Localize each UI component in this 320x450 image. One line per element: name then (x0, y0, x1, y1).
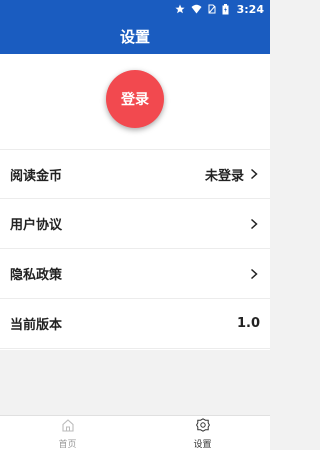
settings-item-privacy-policy[interactable]: 隐私政策 (0, 249, 270, 299)
tab-settings-label: 设置 (193, 439, 212, 450)
status-bar: 3:24 (0, 0, 270, 18)
wifi-icon (191, 4, 202, 14)
tab-home[interactable]: 首页 (0, 416, 135, 450)
settings-content: 登录 阅读金币 未登录 用户协议 隐私政策 当前版本 1.0 (0, 54, 270, 350)
settings-item-label: 隐私政策 (10, 268, 63, 283)
login-button-label: 登录 (121, 92, 149, 108)
settings-item-user-agreement[interactable]: 用户协议 (0, 199, 270, 249)
settings-item-label: 阅读金币 (10, 168, 63, 184)
settings-item-label: 当前版本 (10, 318, 63, 333)
bottom-tab-bar: 首页 设置 (0, 415, 270, 450)
version-value: 1.0 (236, 316, 260, 331)
settings-item-label: 用户协议 (10, 218, 63, 233)
page-header: 设置 (0, 18, 270, 54)
settings-list: 阅读金币 未登录 用户协议 隐私政策 当前版本 1.0 (0, 149, 270, 349)
chevron-right-icon (248, 218, 260, 230)
settings-item-value: 未登录 (204, 168, 244, 184)
chevron-right-icon (248, 168, 260, 180)
tab-home-label: 首页 (58, 439, 77, 450)
chevron-right-icon (248, 268, 260, 280)
page-title: 设置 (119, 27, 150, 46)
settings-gear-icon (195, 417, 210, 436)
home-icon (61, 417, 75, 436)
settings-item-reading-coins[interactable]: 阅读金币 未登录 (0, 149, 270, 199)
settings-item-current-version: 当前版本 1.0 (0, 299, 270, 349)
status-time: 3:24 (236, 2, 264, 16)
tab-settings[interactable]: 设置 (135, 416, 270, 450)
star-icon (175, 4, 185, 14)
battery-icon (222, 3, 229, 15)
no-sim-icon (208, 4, 216, 14)
login-button[interactable]: 登录 (106, 70, 164, 128)
